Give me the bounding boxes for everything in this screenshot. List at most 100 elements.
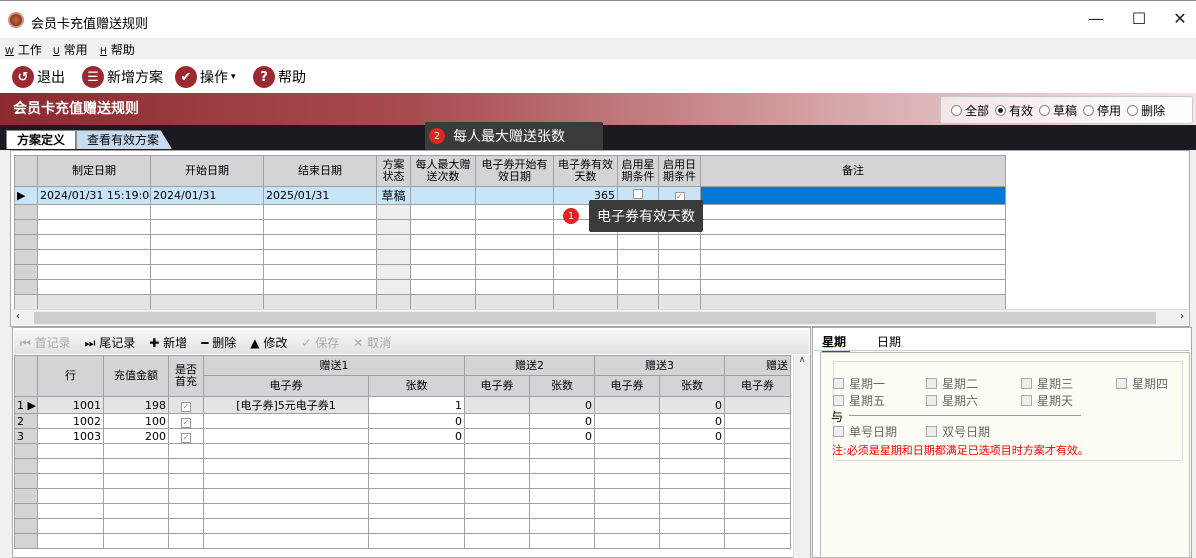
cell-first-recharge[interactable]: ✓: [168, 428, 204, 444]
add-button[interactable]: ✚ 新增: [149, 334, 187, 351]
cell-amount[interactable]: 100: [103, 413, 169, 429]
cell-first-recharge[interactable]: ✓: [168, 396, 204, 414]
checkbox-icon[interactable]: ✓: [181, 432, 191, 443]
cell-row[interactable]: 1003: [37, 428, 104, 444]
cell-g2n[interactable]: 0: [529, 413, 595, 429]
cell-status[interactable]: 草稿: [376, 186, 411, 205]
cell-g1n[interactable]: 0: [368, 413, 465, 429]
operate-dropdown[interactable]: ✔ 操作 ▾: [175, 65, 236, 89]
filter-radio-1[interactable]: 有效: [995, 102, 1033, 119]
weekday-checkbox-4[interactable]: 星期五: [833, 392, 885, 409]
table-row[interactable]: [14, 518, 791, 534]
filter-radio-3[interactable]: 停用: [1083, 102, 1121, 119]
horizontal-scrollbar[interactable]: ‹ ›: [12, 309, 1188, 325]
table-row[interactable]: ▶ 2024/01/31 15:19:00 2024/01/31 2025/01/31…: [14, 186, 1006, 205]
cell-g2n[interactable]: 0: [529, 396, 595, 414]
tab-view-valid-plans[interactable]: 查看有效方案: [76, 130, 172, 149]
cell-g3c[interactable]: [594, 396, 660, 414]
tab-plan-definition[interactable]: 方案定义: [6, 130, 77, 149]
cell-note[interactable]: [700, 186, 1006, 205]
cell-g2c[interactable]: [464, 396, 530, 414]
cell-g1c[interactable]: [电子券]5元电子券1: [203, 396, 369, 414]
scroll-right-icon[interactable]: ›: [1180, 311, 1184, 322]
scroll-left-icon[interactable]: ‹: [16, 311, 20, 322]
filter-radio-2[interactable]: 草稿: [1039, 102, 1077, 119]
cell-amount[interactable]: 200: [103, 428, 169, 444]
cell-max_times[interactable]: [410, 186, 476, 205]
cell-g4c[interactable]: [724, 396, 791, 414]
table-row[interactable]: [14, 488, 791, 504]
table-row[interactable]: [14, 279, 1006, 295]
scroll-up-icon[interactable]: ∧: [799, 355, 806, 365]
cell-amount[interactable]: 198: [103, 396, 169, 414]
menu-work[interactable]: W 工作: [5, 41, 42, 58]
vertical-scrollbar[interactable]: ∧: [793, 355, 810, 558]
weekday-checkbox-1[interactable]: 星期二: [926, 375, 978, 392]
table-row[interactable]: [14, 473, 791, 489]
edit-button[interactable]: ▲ 修改: [250, 334, 287, 351]
cell-g1n[interactable]: 1: [368, 396, 465, 414]
table-row[interactable]: 1 ▶ 1001 198 ✓ [电子券]5元电子券1 1 0 0: [14, 396, 791, 414]
even-date-checkbox[interactable]: 双号日期: [926, 423, 990, 440]
weekday-checkbox-5[interactable]: 星期六: [926, 392, 978, 409]
minimize-button[interactable]: —: [1086, 9, 1106, 29]
exit-button[interactable]: ↺ 退出: [12, 65, 65, 89]
maximize-button[interactable]: ☐: [1129, 9, 1149, 29]
menu-common[interactable]: U 常用: [53, 41, 88, 58]
checkbox-icon[interactable]: [633, 189, 643, 199]
table-row[interactable]: [14, 264, 1006, 280]
table-row[interactable]: [14, 458, 791, 474]
cell-created[interactable]: 2024/01/31 15:19:00: [37, 186, 151, 205]
checkbox-icon[interactable]: ✓: [181, 401, 191, 412]
cell-g3c[interactable]: [594, 428, 660, 444]
cell-g2n[interactable]: 0: [529, 428, 595, 444]
cancel-button[interactable]: ✕ 取消: [353, 334, 391, 351]
col-gift3-coupon: 电子券: [594, 375, 660, 397]
new-plan-button[interactable]: ☰ 新增方案: [82, 65, 163, 89]
table-row[interactable]: 2 1002 100 ✓ 0 0 0: [14, 413, 791, 429]
cell-end[interactable]: 2025/01/31: [263, 186, 377, 205]
close-button[interactable]: ✕: [1170, 9, 1190, 29]
table-row[interactable]: [14, 204, 1006, 220]
cell-g2c[interactable]: [464, 413, 530, 429]
cell-g3n[interactable]: 0: [659, 413, 725, 429]
cell-g3n[interactable]: 0: [659, 396, 725, 414]
cell-g4c[interactable]: [724, 428, 791, 444]
filter-radio-4[interactable]: 删除: [1127, 102, 1165, 119]
table-row[interactable]: 3 1003 200 ✓ 0 0 0: [14, 428, 791, 444]
cell-g2c[interactable]: [464, 428, 530, 444]
cell-g1c[interactable]: [203, 413, 369, 429]
scroll-thumb[interactable]: [34, 312, 1156, 324]
first-record-button[interactable]: ⏮ 首记录: [20, 334, 71, 351]
table-row[interactable]: [14, 503, 791, 519]
cell-coupon_start[interactable]: [475, 186, 554, 205]
table-row[interactable]: [14, 234, 1006, 250]
weekday-checkbox-6[interactable]: 星期天: [1021, 392, 1073, 409]
table-row[interactable]: [14, 249, 1006, 265]
table-row[interactable]: [14, 533, 791, 549]
menu-key: U: [53, 47, 60, 57]
cell-g4c[interactable]: [724, 413, 791, 429]
last-record-button[interactable]: ⏭ 尾记录: [85, 334, 136, 351]
checkbox-icon[interactable]: ✓: [181, 417, 191, 428]
cell-start[interactable]: 2024/01/31: [150, 186, 264, 205]
cell-g1n[interactable]: 0: [368, 428, 465, 444]
cell-g3n[interactable]: 0: [659, 428, 725, 444]
weekday-checkbox-3[interactable]: 星期四: [1116, 375, 1168, 392]
weekday-checkbox-0[interactable]: 星期一: [833, 375, 885, 392]
table-row[interactable]: [14, 219, 1006, 235]
table-row[interactable]: [14, 443, 791, 459]
cell-row[interactable]: 1001: [37, 396, 104, 414]
menu-help[interactable]: H 帮助: [100, 41, 135, 58]
filter-radio-0[interactable]: 全部: [951, 102, 989, 119]
cell-g3c[interactable]: [594, 413, 660, 429]
tab-date[interactable]: 日期: [877, 333, 901, 350]
cell-row[interactable]: 1002: [37, 413, 104, 429]
save-button[interactable]: ✓ 保存: [301, 334, 339, 351]
odd-date-checkbox[interactable]: 单号日期: [833, 423, 897, 440]
help-button[interactable]: ? 帮助: [253, 65, 306, 89]
delete-button[interactable]: ━ 删除: [201, 334, 236, 351]
cell-first-recharge[interactable]: ✓: [168, 413, 204, 429]
weekday-checkbox-2[interactable]: 星期三: [1021, 375, 1073, 392]
cell-g1c[interactable]: [203, 428, 369, 444]
